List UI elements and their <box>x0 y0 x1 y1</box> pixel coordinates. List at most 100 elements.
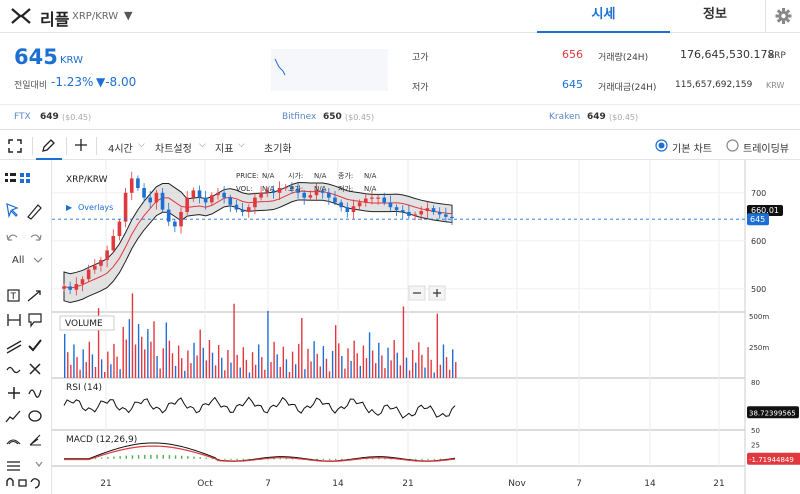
candle-body <box>370 197 374 199</box>
change-label: 전일대비 <box>14 81 48 91</box>
chevron-down-icon[interactable] <box>35 461 43 467</box>
tab-info[interactable]: 정보 <box>670 0 760 33</box>
chevron-down-icon[interactable]: ⌵ <box>238 140 245 150</box>
chart-area[interactable]: 21 Oct 7 14 21 Nov 7 14 21500600700660.01645XRP/… <box>52 160 800 494</box>
macd-label: MACD (12,26,9) <box>66 435 137 445</box>
reset-button[interactable]: 초기화 <box>264 140 292 155</box>
x-tick-label: 7 <box>265 479 271 489</box>
volume-bar <box>221 357 223 378</box>
volume-bar <box>427 347 429 378</box>
volume-bar <box>258 344 260 378</box>
candle-body <box>86 269 91 280</box>
macd-histogram-bar <box>144 454 146 459</box>
trend-icon[interactable] <box>5 410 21 423</box>
volume-bar <box>245 359 248 378</box>
volume-label: 거래량(24H) <box>598 53 649 63</box>
pointer-icon[interactable] <box>6 203 19 219</box>
parallel-lines-icon[interactable] <box>6 340 22 354</box>
fan-icon[interactable] <box>29 434 41 446</box>
y-tick-label: 50 <box>751 427 760 435</box>
legend-low-value: N/A <box>364 185 377 193</box>
layout-list-icon[interactable] <box>5 173 16 182</box>
volume-bar <box>267 310 269 378</box>
macd-histogram-bar <box>285 458 288 460</box>
chevron-down-icon[interactable]: ⌵ <box>199 140 206 150</box>
callout-icon[interactable] <box>28 313 42 328</box>
basic-chart-label[interactable]: 기본 차트 <box>672 140 712 155</box>
tradingview-label[interactable]: 트레이딩뷰 <box>743 140 789 155</box>
coin-name[interactable]: 리플 <box>40 6 69 30</box>
fullscreen-icon[interactable] <box>8 139 22 153</box>
zoom-select[interactable]: All <box>12 255 24 266</box>
candle-body <box>203 197 208 203</box>
close-icon[interactable] <box>29 363 41 375</box>
magnet-icon[interactable] <box>6 477 14 487</box>
volume-bar <box>100 359 103 378</box>
volume-bar <box>224 370 226 378</box>
candle-body <box>80 279 85 284</box>
volume-bar <box>162 348 164 378</box>
amount-label: 거래대금(24H) <box>598 83 657 93</box>
candle-body <box>357 202 362 207</box>
volume-bar <box>381 355 383 378</box>
ellipse-icon[interactable] <box>28 410 42 422</box>
volume-bar <box>421 354 423 378</box>
chevron-down-icon[interactable]: ▼ <box>124 9 132 22</box>
volume-bar <box>344 368 346 378</box>
volume-bar <box>310 361 312 378</box>
chart-settings-select[interactable]: 차트설정 <box>155 140 192 155</box>
plus-icon[interactable] <box>8 387 20 399</box>
y-tick-label: 500 <box>751 285 766 294</box>
undo-icon[interactable] <box>6 234 18 241</box>
gear-icon[interactable] <box>765 0 800 33</box>
layout-grid-icon[interactable] <box>20 173 30 183</box>
interval-select[interactable]: 4시간 <box>108 140 133 155</box>
fibonacci-arc-icon[interactable] <box>6 439 21 445</box>
check-icon[interactable] <box>28 339 42 352</box>
legend-close-value: N/A <box>364 172 377 180</box>
coin-pair[interactable]: XRP/KRW <box>72 11 118 22</box>
volume-bar <box>177 345 180 378</box>
volume-bar <box>322 346 325 378</box>
volume-bar <box>70 364 72 378</box>
macd-histogram-bar <box>316 458 318 460</box>
volume-bar <box>184 370 186 378</box>
lock-icon[interactable] <box>18 479 27 487</box>
arrow-tool-icon[interactable] <box>27 290 41 302</box>
volume-bar <box>73 344 75 378</box>
candle-body <box>327 192 331 198</box>
wave-icon[interactable] <box>6 366 21 374</box>
eraser-icon[interactable] <box>27 204 42 220</box>
tab-quote[interactable]: 시세 <box>537 0 670 33</box>
radio-basic-chart[interactable] <box>655 139 668 152</box>
macd-histogram-bar <box>181 455 183 459</box>
volume-bar <box>140 336 143 378</box>
volume-bar <box>368 332 371 378</box>
crosshair-icon[interactable] <box>74 138 88 152</box>
candle-body <box>382 197 387 203</box>
volume-bar <box>294 364 297 378</box>
pencil-icon[interactable] <box>40 138 56 154</box>
exchange-bar: FTX 649 ($0.45) Bitfinex 650 ($0.45) Kra… <box>0 104 800 130</box>
rotate-icon[interactable] <box>30 478 40 489</box>
macd-histogram-bar <box>131 455 134 459</box>
exchange-change: ($0.45) <box>62 113 92 122</box>
volume-bar <box>208 340 211 378</box>
exchange-price: 650 <box>323 112 342 122</box>
candle-body <box>129 178 134 193</box>
redo-icon[interactable] <box>30 234 42 241</box>
y-tick-label: 700 <box>751 189 766 198</box>
volume-bar <box>285 359 288 378</box>
indicators-select[interactable]: 지표 <box>215 140 233 155</box>
radio-tradingview[interactable] <box>726 139 739 152</box>
legend-vol-label: VOL: <box>236 185 252 193</box>
signature-icon[interactable] <box>28 389 42 398</box>
lines-icon[interactable] <box>7 461 20 471</box>
ripple-logo-icon <box>11 8 31 24</box>
low-value: 645 <box>562 78 583 91</box>
range-tool-icon[interactable] <box>7 314 21 326</box>
chevron-down-icon[interactable]: ⌵ <box>138 140 145 150</box>
overlays-label: Overlays <box>78 203 113 212</box>
chevron-down-icon[interactable] <box>33 257 43 263</box>
volume-bar <box>137 324 140 378</box>
